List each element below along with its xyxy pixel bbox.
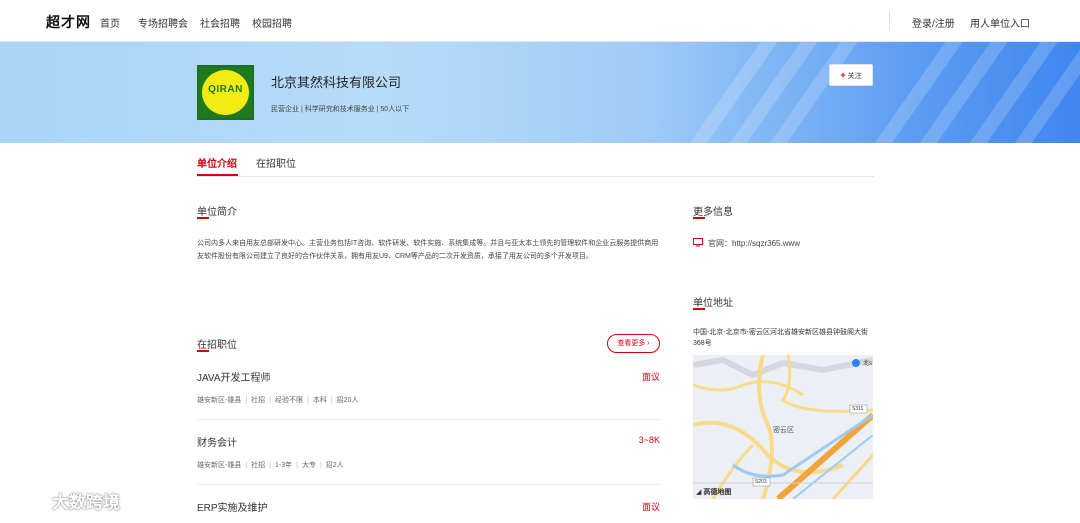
monitor-icon — [693, 238, 703, 249]
job-salary: 3~8K — [638, 435, 660, 445]
nav-social-recruit[interactable]: 社会招聘 — [200, 15, 240, 30]
watermark-icon — [10, 489, 50, 516]
employer-entry-link[interactable]: 用人单位入口 — [970, 15, 1030, 30]
tab-open-positions[interactable]: 在招职位 — [256, 155, 296, 170]
tab-company-intro[interactable]: 单位介绍 — [197, 155, 237, 170]
follow-button[interactable]: + 关注 — [829, 64, 873, 86]
job-meta: 雄安新区-雄县 | 社招 | 1-3年 | 大专 | 招2人 — [197, 462, 344, 469]
login-register-link[interactable]: 登录/注册 — [912, 15, 955, 30]
intro-title: 单位简介 — [197, 207, 237, 218]
nav-divider — [889, 12, 890, 30]
jobs-title: 在招职位 — [197, 340, 237, 351]
website-row: 官网：http://sqzr365.www — [693, 238, 800, 249]
job-meta: 雄安新区-雄县 | 社招 | 经验不限 | 本科 | 招20人 — [197, 397, 359, 404]
job-title[interactable]: ERP实施及维护 — [197, 499, 268, 514]
map-corner-label: 北s — [863, 361, 873, 367]
map-road-label: S311 — [852, 406, 864, 412]
top-nav: 超才网 首页 专场招聘会 社会招聘 校园招聘 登录/注册 用人单位入口 — [0, 0, 1080, 42]
location-map[interactable]: 密云区 S311 S203 北s ◢ 高德地图 — [693, 355, 873, 499]
site-logo[interactable]: 超才网 — [46, 12, 91, 32]
job-title[interactable]: 财务会计 — [197, 434, 237, 449]
view-more-button[interactable]: 查看更多 › — [607, 334, 660, 353]
address-title-accent — [693, 308, 705, 310]
chevron-right-icon: › — [647, 340, 650, 347]
tab-divider — [197, 176, 874, 177]
company-tags: 民营企业 | 科学研究和技术服务业 | 50人以下 — [271, 106, 410, 113]
job-divider — [197, 484, 660, 485]
map-road-label: S203 — [755, 479, 767, 485]
more-info-title: 更多信息 — [693, 207, 733, 218]
plus-icon: + — [840, 70, 846, 80]
company-banner — [0, 42, 1080, 143]
company-name: 北京其然科技有限公司 — [271, 75, 402, 90]
map-district-label: 密云区 — [773, 427, 794, 434]
job-salary: 面议 — [641, 502, 660, 512]
map-provider-logo: ◢ 高德地图 — [696, 489, 732, 496]
website-link[interactable]: http://sqzr365.www — [732, 239, 800, 248]
intro-text: 公司内多人来自用友总部研发中心。主营业务包括IT咨询、软件研发、软件实施、系统集… — [197, 240, 659, 260]
nav-job-fairs[interactable]: 专场招聘会 — [138, 15, 188, 30]
job-title[interactable]: JAVA开发工程师 — [197, 369, 271, 384]
job-salary: 面议 — [641, 372, 660, 382]
watermark-text: 大数跨境 — [52, 493, 120, 512]
company-logo: QIRAN — [197, 65, 254, 120]
address-title: 单位地址 — [693, 298, 733, 309]
nav-home[interactable]: 首页 — [100, 15, 120, 30]
address-text: 中国-北京-北京市-密云区河北省雄安新区雄县钟鼓阁大街368号 — [693, 329, 868, 347]
intro-title-accent — [197, 217, 209, 219]
job-divider — [197, 419, 660, 420]
nav-campus-recruit[interactable]: 校园招聘 — [252, 15, 292, 30]
more-info-accent — [693, 217, 705, 219]
jobs-title-accent — [197, 350, 209, 352]
